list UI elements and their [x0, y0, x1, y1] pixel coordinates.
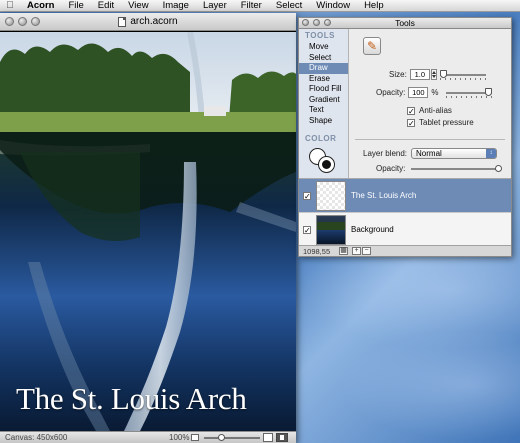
antialias-label: Anti-alias	[419, 106, 452, 115]
chevron-updown-icon: ↕	[486, 149, 497, 158]
tools-title: Tools	[395, 18, 415, 28]
opacity-field[interactable]: 100	[408, 87, 429, 98]
palette-close-button[interactable]	[302, 19, 309, 26]
layer-blend-value: Normal	[416, 149, 442, 158]
tools-titlebar[interactable]: Tools	[299, 18, 511, 29]
layer-thumbnail	[316, 180, 346, 211]
palette-statusbar: 1098,55 ▦ + −	[299, 245, 511, 256]
document-window: arch.acorn The St. Louis Arch Canvas: 45…	[0, 13, 296, 443]
antialias-row: ✓ Anti-alias	[407, 106, 452, 115]
size-stepper[interactable]	[430, 69, 437, 80]
size-field[interactable]: 1.0	[409, 69, 430, 80]
menu-file[interactable]: File	[61, 0, 90, 12]
palette-zoom-button[interactable]	[324, 19, 331, 26]
menu-bar:  Acorn File Edit View Image Layer Filte…	[0, 0, 520, 12]
zoom-slider[interactable]	[204, 433, 260, 441]
antialias-checkbox[interactable]: ✓	[407, 106, 415, 115]
tool-select[interactable]: Select	[299, 53, 348, 64]
size-label: Size:	[389, 70, 407, 79]
desktop-wave	[340, 330, 520, 440]
menu-edit[interactable]: Edit	[91, 0, 121, 12]
cursor-coordinates: 1098,55	[303, 246, 331, 256]
tablet-row: ✓ Tablet pressure	[407, 118, 474, 127]
document-title: arch.acorn	[118, 16, 178, 27]
tablet-pressure-label: Tablet pressure	[419, 118, 474, 127]
photo-caption: The St. Louis Arch	[16, 381, 247, 416]
menu-app-name[interactable]: Acorn	[20, 0, 61, 12]
menu-view[interactable]: View	[121, 0, 155, 12]
tool-move[interactable]: Move	[299, 42, 348, 53]
opacity-label: Opacity:	[376, 88, 406, 97]
canvas-size-label: Canvas: 450x600	[5, 433, 68, 442]
layer-opacity-row: Opacity:	[376, 164, 503, 173]
opacity-unit: %	[431, 88, 439, 97]
zoom-slider-knob[interactable]	[218, 433, 225, 441]
layer-opacity-label: Opacity:	[376, 164, 406, 173]
document-title-text: arch.acorn	[130, 16, 178, 27]
menu-filter[interactable]: Filter	[234, 0, 269, 12]
options-divider	[355, 139, 505, 140]
stroke-color-swatch[interactable]	[318, 156, 335, 173]
tool-flood-fill[interactable]: Flood Fill	[299, 84, 348, 95]
layer-blend-select[interactable]: Normal ↕	[411, 148, 498, 159]
zoom-level: 100%	[169, 433, 190, 442]
layer-row[interactable]: ✓ The St. Louis Arch	[299, 179, 511, 213]
layer-name: Background	[351, 225, 394, 234]
layer-row[interactable]: ✓ Background	[299, 213, 511, 247]
layer-blend-row: Layer blend: Normal ↕	[363, 148, 498, 159]
tool-text[interactable]: Text	[299, 105, 348, 116]
layer-options-icon[interactable]: ▦	[339, 247, 348, 255]
size-slider-knob[interactable]	[439, 69, 447, 78]
color-header: COLOR	[305, 134, 337, 143]
tools-palette: Tools TOOLS Move Select Draw Erase Flood…	[298, 17, 512, 257]
arch-photo	[0, 32, 296, 431]
tool-shape[interactable]: Shape	[299, 116, 348, 127]
fit-window-icon[interactable]	[276, 433, 288, 442]
tool-gradient[interactable]: Gradient	[299, 95, 348, 106]
document-statusbar: Canvas: 450x600 100%	[0, 431, 296, 443]
pencil-icon[interactable]: ✎	[363, 37, 381, 55]
menu-image[interactable]: Image	[156, 0, 196, 12]
size-row: Size: 1.0	[389, 69, 486, 80]
add-layer-icon[interactable]: +	[352, 247, 361, 255]
layer-blend-label: Layer blend:	[363, 149, 408, 158]
opacity-slider[interactable]	[446, 87, 493, 98]
tablet-pressure-checkbox[interactable]: ✓	[407, 118, 415, 127]
layer-thumbnail	[316, 214, 346, 245]
window-controls	[5, 17, 40, 26]
opacity-slider-knob[interactable]	[485, 87, 493, 96]
layer-visibility-checkbox[interactable]: ✓	[303, 225, 311, 234]
palette-minimize-button[interactable]	[313, 19, 320, 26]
layer-opacity-knob[interactable]	[495, 164, 503, 172]
close-button[interactable]	[5, 17, 14, 26]
canvas-image[interactable]: The St. Louis Arch	[0, 32, 296, 431]
tool-draw[interactable]: Draw	[299, 63, 348, 74]
menu-window[interactable]: Window	[309, 0, 357, 12]
menu-layer[interactable]: Layer	[196, 0, 234, 12]
palette-controls	[302, 19, 331, 26]
zoom-large-icon[interactable]	[263, 433, 273, 442]
tool-erase[interactable]: Erase	[299, 74, 348, 85]
document-titlebar[interactable]: arch.acorn	[0, 13, 296, 31]
menu-help[interactable]: Help	[357, 0, 391, 12]
tools-header: TOOLS	[305, 31, 335, 40]
document-icon	[118, 16, 127, 27]
color-swatches	[309, 148, 339, 174]
minimize-button[interactable]	[18, 17, 27, 26]
layer-name: The St. Louis Arch	[351, 191, 417, 200]
zoom-button[interactable]	[31, 17, 40, 26]
apple-icon[interactable]: 	[0, 0, 20, 11]
menu-select[interactable]: Select	[269, 0, 309, 12]
size-slider[interactable]	[439, 69, 486, 80]
layer-visibility-checkbox[interactable]: ✓	[303, 191, 311, 200]
layer-opacity-slider[interactable]	[411, 164, 503, 172]
opacity-row: Opacity: 100 %	[376, 87, 493, 98]
zoom-small-icon[interactable]	[191, 434, 199, 441]
remove-layer-icon[interactable]: −	[362, 247, 371, 255]
layers-list: ✓ The St. Louis Arch ✓ Background	[299, 178, 511, 247]
